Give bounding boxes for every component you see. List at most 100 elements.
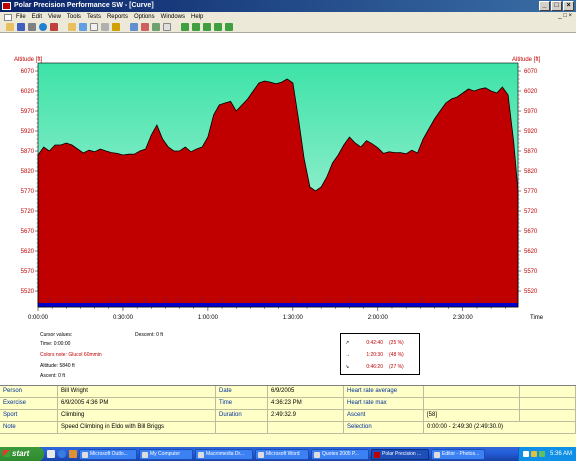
ytick-label-left-5770: 5770 (21, 189, 35, 195)
task-photoshop[interactable]: Editor - Photos... (431, 448, 485, 460)
maximize-button[interactable]: □ (551, 1, 562, 11)
chart-icon-3[interactable] (203, 23, 211, 31)
ytick-label-left-5570: 5570 (21, 269, 35, 275)
print-icon[interactable] (28, 23, 36, 31)
zone-row-flat: → 1:20:30 (48 %) (345, 352, 404, 358)
task-quotes[interactable]: Quotes 2005 P... (311, 448, 369, 460)
window-title-bar: Polar Precision Performance SW - [Curve]… (0, 0, 576, 12)
quicklaunch-media-icon[interactable] (69, 450, 77, 458)
menu-tests[interactable]: Tests (87, 14, 101, 20)
xtick-label-3: 1:30:00 (283, 315, 304, 321)
chart-icon-1[interactable] (181, 23, 189, 31)
menu-windows[interactable]: Windows (161, 14, 185, 20)
menu-help[interactable]: Help (191, 14, 203, 20)
menu-tools[interactable]: Tools (67, 14, 81, 20)
x-axis-label: Time (530, 315, 544, 321)
save-icon[interactable] (17, 23, 25, 31)
quicklaunch-desktop-icon[interactable] (47, 450, 55, 458)
note-label: Note (0, 422, 58, 434)
hr-max-label: Heart rate max (344, 398, 424, 410)
menu-options[interactable]: Options (134, 14, 155, 20)
menu-reports[interactable]: Reports (107, 14, 128, 20)
ytick-label-right-5570: 5570 (524, 269, 538, 275)
date-label: Date (216, 386, 268, 398)
ascent-value[interactable]: [58] (424, 410, 520, 422)
hr-average-extra (520, 386, 576, 398)
computer-icon (142, 451, 148, 458)
chart-icon-5[interactable] (225, 23, 233, 31)
photoshop-icon (434, 451, 440, 458)
task-word[interactable]: Microsoft Word (255, 448, 309, 460)
menu-edit[interactable]: Edit (32, 14, 42, 20)
outlook-icon (82, 451, 88, 458)
quotes-icon (314, 451, 320, 458)
quicklaunch-browser-icon[interactable] (58, 450, 66, 458)
heart-icon[interactable] (141, 23, 149, 31)
clock: 5:36 AM (549, 451, 572, 457)
tray-icon-1[interactable] (522, 451, 529, 457)
page-icon[interactable] (90, 23, 98, 31)
transfer-icon[interactable] (79, 23, 87, 31)
altitude-curve-panel[interactable]: 5520 5520 5570 5570 5620 5620 5670 5670 5720 5720… (0, 33, 576, 327)
calendar-icon[interactable] (112, 23, 120, 31)
word-icon (258, 451, 264, 458)
left-axis-label: Altitude [ft] (14, 57, 43, 63)
chart-icon-2[interactable] (192, 23, 200, 31)
ytick-label-right-5670: 5670 (524, 229, 538, 235)
selection-label: Selection (344, 422, 424, 434)
windows-taskbar: start Microsoft Outlo... My Computer Mac… (0, 447, 576, 461)
person-value[interactable]: Bill Wright (58, 386, 216, 398)
tray-icon-2[interactable] (530, 451, 537, 457)
task-my-computer[interactable]: My Computer (139, 448, 193, 460)
document-window-controls[interactable]: _ □ × (558, 13, 572, 19)
settings-icon[interactable] (152, 23, 160, 31)
menu-bar: File Edit View Tools Tests Reports Optio… (0, 12, 576, 22)
ytick-label-left-5970: 5970 (21, 109, 35, 115)
ytick-label-left-5520: 5520 (21, 289, 35, 295)
selection-value[interactable]: 0:00:00 - 2:49:30 (2:49:30.0) (424, 422, 576, 434)
menu-file[interactable]: File (16, 14, 26, 20)
exercise-value[interactable]: 6/9/2005 4:36 PM (58, 398, 216, 410)
task-polar-precision[interactable]: Polar Precision ... (371, 448, 429, 460)
up-arrow-icon: ↗ (345, 340, 350, 346)
tray-icon-3[interactable] (538, 451, 545, 457)
altitude-chart[interactable]: 5520 5520 5570 5570 5620 5620 5670 5670 5720 5720… (0, 33, 576, 327)
hr-max-extra (520, 398, 576, 410)
xtick-label-5: 2:30:00 (453, 315, 474, 321)
ytick-label-right-5920: 5920 (524, 129, 538, 135)
cursor-descent: Descent: 0 ft (135, 332, 164, 338)
exercise-details-grid: Person Bill Wright Date 6/9/2005 Heart r… (0, 385, 576, 447)
note-extra-value (268, 422, 344, 434)
start-button[interactable]: start (0, 447, 44, 461)
minimize-button[interactable]: _ (539, 1, 550, 11)
hr-average-label: Heart rate average (344, 386, 424, 398)
macromedia-icon (198, 451, 204, 458)
zone-row-ascending: ↗ 0:42:40 (25 %) (345, 340, 404, 346)
folder-icon[interactable] (68, 23, 76, 31)
zone-summary-box: ↗ 0:42:40 (25 %) → 1:20:30 (48 %) ↘ 0:46:20 (2… (340, 333, 420, 375)
baseline-band (38, 303, 518, 307)
sport-value[interactable]: Climbing (58, 410, 216, 422)
hr-max-value[interactable] (424, 398, 520, 410)
task-macromedia[interactable]: Macromedia Dr... (195, 448, 253, 460)
delete-icon[interactable] (50, 23, 58, 31)
xtick-label-1: 0:30:00 (113, 315, 134, 321)
menu-view[interactable]: View (48, 14, 61, 20)
open-folder-icon[interactable] (6, 23, 14, 31)
grid-icon[interactable] (101, 23, 109, 31)
time-value[interactable]: 4:36:23 PM (268, 398, 344, 410)
polar-icon (374, 451, 380, 458)
right-arrow-icon: → (345, 352, 350, 358)
person-label: Person (0, 386, 58, 398)
globe-icon[interactable] (39, 23, 47, 31)
note-value[interactable]: Speed Climbing in Eldo with Bill Briggs (58, 422, 216, 434)
zoom-icon[interactable] (130, 23, 138, 31)
cursor-ascent: Ascent: 0 ft (40, 373, 66, 379)
chart-icon-4[interactable] (214, 23, 222, 31)
duration-value[interactable]: 2:49:32.9 (268, 410, 344, 422)
window-icon[interactable] (163, 23, 171, 31)
task-outlook[interactable]: Microsoft Outlo... (79, 448, 137, 460)
hr-average-value[interactable] (424, 386, 520, 398)
close-button[interactable]: × (563, 1, 574, 11)
date-value[interactable]: 6/9/2005 (268, 386, 344, 398)
